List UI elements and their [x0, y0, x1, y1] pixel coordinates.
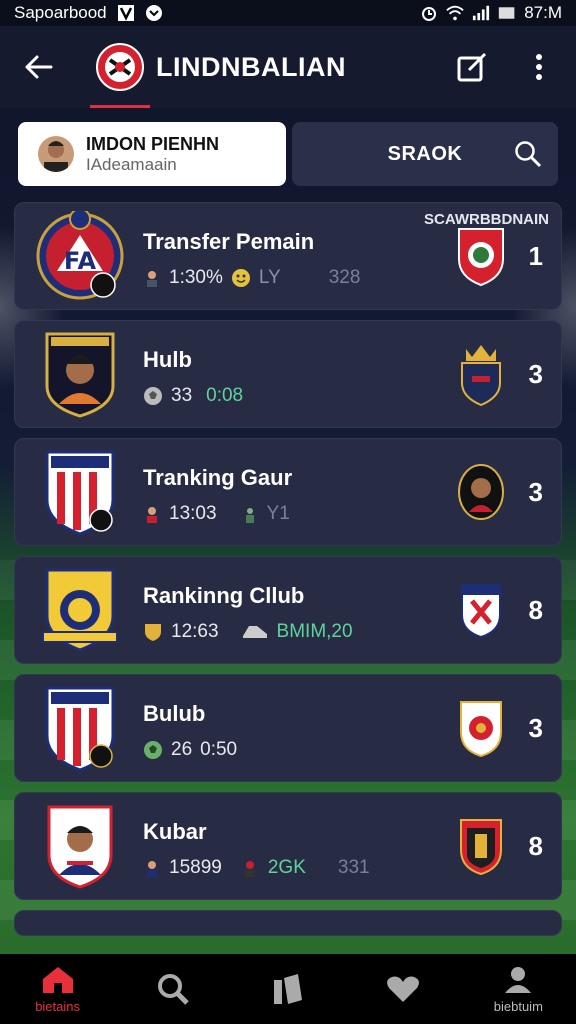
row-stat-primary: 26	[171, 739, 193, 760]
player-card-icon	[35, 329, 125, 419]
battery-icon	[498, 4, 516, 22]
row-title: Kubar	[143, 819, 207, 844]
row-stat-primary: 12:63	[171, 621, 219, 642]
alarm-icon	[420, 4, 438, 22]
crest-icon	[455, 225, 507, 287]
club-badge-icon	[35, 447, 125, 537]
rank-number: 1	[528, 240, 543, 271]
rank-number: 3	[528, 476, 543, 507]
back-button[interactable]	[20, 49, 56, 85]
nav-library[interactable]	[238, 972, 338, 1006]
svg-text:FA: FA	[64, 247, 97, 275]
crest-icon	[455, 579, 507, 641]
row-title: Bulub	[143, 701, 206, 726]
smiley-icon	[231, 269, 250, 287]
list-header: SCAWRBBDNAIN	[424, 211, 549, 228]
user-icon	[505, 966, 532, 993]
search-label: SRAOK	[387, 142, 463, 165]
nav-search[interactable]	[123, 972, 223, 1006]
nav-favorites[interactable]	[353, 974, 453, 1004]
boot-icon	[242, 626, 267, 638]
more-options-button[interactable]	[522, 50, 556, 84]
app-bar: LINDNBALIAN	[0, 26, 576, 108]
page-title: LINDNBALIAN	[156, 51, 346, 82]
search-icon	[514, 140, 542, 173]
player-icon	[245, 508, 254, 523]
bottom-navigation: bietains biebtuim	[0, 954, 576, 1024]
heart-icon	[387, 976, 420, 1002]
row-title: Rankinng Cllub	[143, 583, 305, 608]
notification-icon	[117, 4, 135, 22]
rank-number: 3	[528, 712, 543, 743]
list-item[interactable]: Kubar 15899 2GK 331 8	[14, 792, 562, 900]
row-title: Hulb	[143, 347, 192, 372]
rank-number: 8	[528, 830, 543, 861]
status-bar: Sapoarbood 87:M	[0, 0, 576, 26]
row-stat-primary: 1:30%	[169, 267, 223, 288]
nav-home-label: bietains	[35, 998, 80, 1014]
row-stat-tertiary: 328	[328, 267, 361, 288]
row-title: Transfer Pemain	[143, 229, 315, 254]
row-stat-primary: 15899	[169, 857, 222, 878]
row-stat-secondary: Y1	[266, 503, 290, 524]
wifi-icon	[446, 4, 464, 22]
nav-profile-label: biebtuim	[493, 998, 543, 1014]
active-tab-indicator	[90, 105, 150, 108]
row-stat-primary: 13:03	[169, 503, 217, 524]
player-icon	[147, 861, 157, 877]
arrow-left-icon	[25, 55, 53, 79]
player-card-icon	[35, 801, 125, 891]
nav-profile[interactable]: biebtuim	[468, 965, 568, 1014]
search-icon	[157, 974, 189, 1005]
player-icon	[244, 861, 255, 877]
club-badge-icon: FA	[35, 211, 125, 301]
row-stat-secondary: BMIM,20	[276, 621, 353, 642]
list-item[interactable]: SCAWRBBDNAIN FA Transfer Pemain 1:30% LY…	[14, 202, 562, 310]
club-badge-icon	[35, 683, 125, 773]
player-icon	[147, 271, 157, 287]
profile-name: IMDON PIENHN	[86, 133, 220, 154]
carrier-label: Sapoarbood	[14, 3, 107, 22]
list-item[interactable]: Rankinng Cllub 12:63 BMIM,20 8	[14, 556, 562, 664]
profile-card[interactable]: IMDON PIENHN IAdeamaain	[18, 122, 286, 186]
more-vertical-icon	[536, 54, 542, 80]
search-input[interactable]: SRAOK	[292, 122, 558, 186]
clock-time: 87:M	[524, 3, 562, 22]
app-logo	[90, 26, 150, 108]
row-stat-secondary: 2GK	[267, 857, 306, 878]
list-item[interactable]: Hulb 33 0:08 3	[14, 320, 562, 428]
shield-icon	[145, 624, 161, 641]
nav-home[interactable]: bietains	[8, 965, 108, 1014]
list-item[interactable]: Tranking Gaur 13:03 Y1 3	[14, 438, 562, 546]
profile-subtitle: IAdeamaain	[86, 154, 177, 174]
club-badge-icon	[35, 565, 125, 655]
row-stat-secondary: LY	[258, 267, 281, 288]
message-icon	[145, 4, 163, 22]
club-logo-icon	[96, 43, 144, 91]
crown-crest-icon	[455, 343, 507, 407]
ranking-list: SCAWRBBDNAIN FA Transfer Pemain 1:30% LY…	[14, 202, 562, 946]
library-icon	[273, 974, 302, 1004]
rank-number: 3	[528, 358, 543, 389]
rank-number: 8	[528, 594, 543, 625]
crest-icon	[455, 697, 507, 759]
row-stat-tertiary: 331	[337, 857, 370, 878]
football-icon	[144, 387, 162, 405]
row-stat-secondary: 0:50	[200, 739, 238, 760]
row-stat-secondary: 0:08	[206, 385, 244, 406]
player-avatar-icon	[455, 461, 507, 523]
player-icon	[147, 507, 157, 523]
crest-icon	[455, 815, 507, 877]
avatar	[38, 136, 74, 172]
football-icon	[144, 741, 162, 759]
list-item-partial[interactable]	[14, 910, 562, 936]
signal-icon	[472, 4, 490, 22]
row-stat-primary: 33	[171, 385, 193, 406]
edit-icon	[457, 52, 487, 82]
home-icon	[42, 966, 73, 993]
edit-button[interactable]	[456, 50, 490, 84]
row-title: Tranking Gaur	[143, 465, 293, 490]
list-item[interactable]: Bulub 26 0:50 3	[14, 674, 562, 782]
